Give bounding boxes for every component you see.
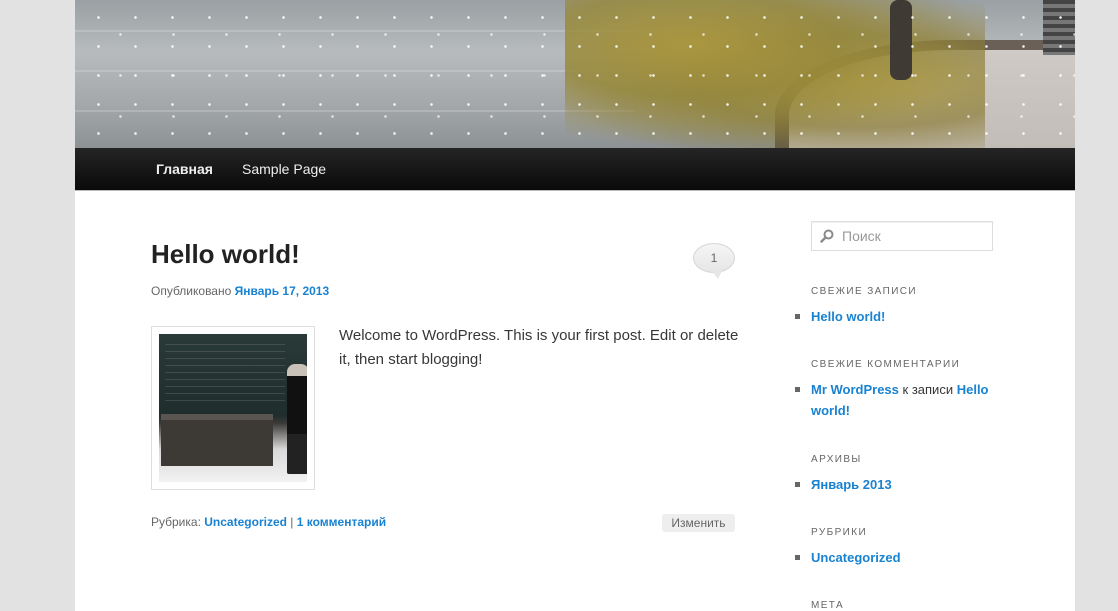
list-item: Uncategorized bbox=[795, 547, 1011, 568]
comments-link[interactable]: 1 комментарий bbox=[297, 515, 386, 529]
post-meta: Опубликовано Январь 17, 2013 bbox=[151, 284, 329, 298]
nav-item-sample-page[interactable]: Sample Page bbox=[242, 148, 326, 190]
comment-post-link-continued[interactable]: world! bbox=[811, 403, 850, 418]
post-thumbnail-image[interactable] bbox=[159, 334, 307, 482]
bullet bbox=[795, 387, 800, 392]
header-image[interactable] bbox=[75, 0, 1075, 148]
widget-title-recent-comments: СВЕЖИЕ КОММЕНТАРИИ bbox=[811, 359, 961, 370]
category-sidebar-link[interactable]: Uncategorized bbox=[811, 550, 901, 565]
search-input[interactable] bbox=[838, 224, 996, 248]
list-item: Mr WordPress к записи Hello world! bbox=[795, 379, 1001, 421]
recent-post-link[interactable]: Hello world! bbox=[811, 309, 885, 324]
archive-link[interactable]: Январь 2013 bbox=[811, 477, 892, 492]
person-figure bbox=[287, 364, 307, 474]
list-item: Январь 2013 bbox=[795, 474, 1011, 495]
widget-title-recent-posts: СВЕЖИЕ ЗАПИСИ bbox=[811, 286, 918, 297]
post-title[interactable]: Hello world! bbox=[151, 236, 300, 272]
post-footer: Рубрика: Uncategorized | 1 комментарий bbox=[151, 515, 386, 529]
comments-count-bubble[interactable]: 1 bbox=[693, 243, 735, 279]
category-link[interactable]: Uncategorized bbox=[204, 515, 287, 529]
bullet bbox=[795, 314, 800, 319]
widget-title-meta: МЕТА bbox=[811, 600, 845, 611]
search-icon bbox=[820, 229, 834, 243]
search-form bbox=[811, 221, 996, 251]
post-meta-prefix: Опубликовано bbox=[151, 284, 232, 298]
post-date-link[interactable]: Январь 17, 2013 bbox=[235, 284, 330, 298]
recent-posts-list: Hello world! bbox=[795, 306, 1011, 327]
categories-list: Uncategorized bbox=[795, 547, 1011, 568]
comment-post-link[interactable]: Hello bbox=[957, 382, 989, 397]
footer-separator: | bbox=[290, 515, 294, 529]
page: Главная Sample Page Hello world! 1 Опубл… bbox=[75, 0, 1075, 611]
comment-connector-text: к записи bbox=[902, 382, 954, 397]
main-navigation: Главная Sample Page bbox=[75, 148, 1075, 191]
widget-title-archives: АРХИВЫ bbox=[811, 454, 862, 465]
bullet bbox=[795, 482, 800, 487]
comment-author-link[interactable]: Mr WordPress bbox=[811, 382, 899, 397]
post-thumbnail-frame bbox=[151, 326, 315, 490]
post-content: Welcome to WordPress. This is your first… bbox=[339, 327, 739, 368]
list-item: Hello world! bbox=[795, 306, 1011, 327]
category-label: Рубрика: bbox=[151, 515, 201, 529]
desk bbox=[161, 414, 273, 466]
nav-item-home[interactable]: Главная bbox=[156, 148, 213, 190]
recent-comments-list: Mr WordPress к записи Hello world! bbox=[795, 379, 1001, 421]
header-snow bbox=[75, 0, 1075, 148]
widget-title-categories: РУБРИКИ bbox=[811, 527, 868, 538]
bullet bbox=[795, 555, 800, 560]
archives-list: Январь 2013 bbox=[795, 474, 1011, 495]
chalkboard bbox=[165, 344, 285, 404]
edit-post-button[interactable]: Изменить bbox=[662, 514, 735, 532]
